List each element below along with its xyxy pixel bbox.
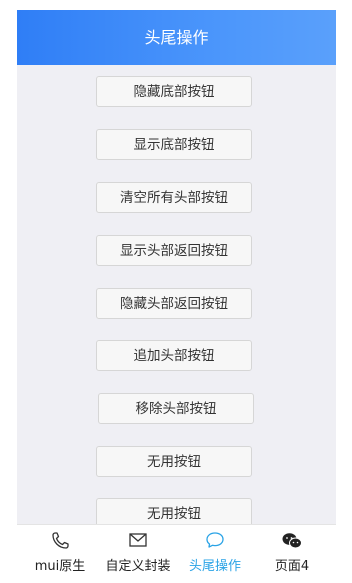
tab-label: 页面4 xyxy=(274,559,310,574)
tab-label: 头尾操作 xyxy=(188,559,241,574)
tab-page4[interactable]: 页面4 xyxy=(257,525,327,580)
phone-icon xyxy=(25,531,95,553)
hide-header-back-button[interactable]: 隐藏头部返回按钮 xyxy=(96,288,252,319)
tab-label: mui原生 xyxy=(34,559,86,574)
mail-icon xyxy=(100,531,176,553)
tab-header-footer-ops[interactable]: 头尾操作 xyxy=(179,525,251,580)
tab-label: 自定义封装 xyxy=(105,559,171,574)
page-title: 头尾操作 xyxy=(144,28,209,47)
hide-footer-button[interactable]: 隐藏底部按钮 xyxy=(96,76,252,107)
tab-custom-wrapper[interactable]: 自定义封装 xyxy=(100,525,176,580)
remove-header-button[interactable]: 移除头部按钮 xyxy=(98,393,254,424)
show-footer-button[interactable]: 显示底部按钮 xyxy=(96,129,252,160)
show-header-back-button[interactable]: 显示头部返回按钮 xyxy=(96,235,252,266)
unused-button[interactable]: 无用按钮 xyxy=(96,446,252,477)
tab-bar: mui原生 自定义封装 头尾操作 页面4 xyxy=(17,524,336,580)
app-screen: 头尾操作 隐藏底部按钮 显示底部按钮 清空所有头部按钮 显示头部返回按钮 隐藏头… xyxy=(17,10,336,580)
header-bar: 头尾操作 xyxy=(17,10,336,65)
chat-bubble-icon xyxy=(179,531,251,553)
clear-header-buttons-button[interactable]: 清空所有头部按钮 xyxy=(96,182,252,213)
tab-mui-native[interactable]: mui原生 xyxy=(25,525,95,580)
wechat-icon xyxy=(257,531,327,553)
button-list: 隐藏底部按钮 显示底部按钮 清空所有头部按钮 显示头部返回按钮 隐藏头部返回按钮… xyxy=(17,65,336,529)
append-header-button[interactable]: 追加头部按钮 xyxy=(96,340,252,371)
